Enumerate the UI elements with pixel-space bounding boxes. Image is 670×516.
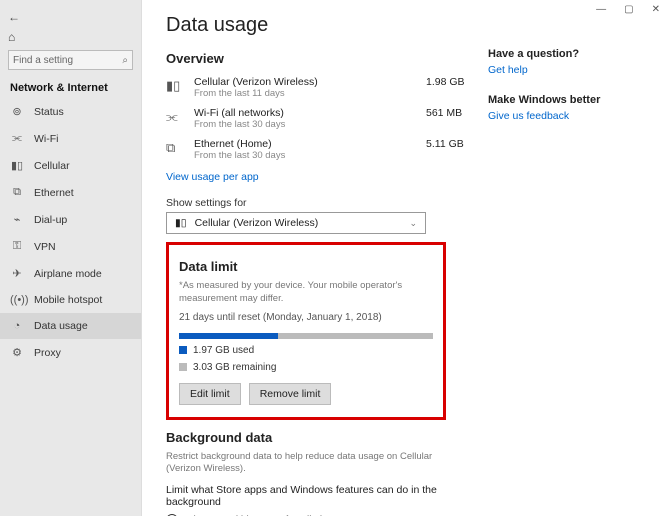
view-usage-link[interactable]: View usage per app — [166, 171, 476, 183]
overview-name: Ethernet (Home) — [194, 138, 416, 150]
sidebar-item-label: Wi-Fi — [34, 133, 59, 145]
vpn-icon: ⚿ — [10, 240, 24, 253]
sidebar-item-label: VPN — [34, 241, 56, 253]
sidebar-item-label: Data usage — [34, 320, 88, 332]
usage-bar-fill — [179, 333, 278, 339]
search-icon: ⌕ — [122, 55, 128, 66]
ethernet-icon: ⧉ — [10, 186, 24, 199]
overview-row-ethernet[interactable]: ⧉ Ethernet (Home) From the last 30 days … — [166, 134, 476, 165]
window-maximize[interactable]: ▢ — [624, 4, 633, 15]
sidebar-item-hotspot[interactable]: ((•)) Mobile hotspot — [0, 287, 141, 313]
show-settings-label: Show settings for — [166, 197, 476, 209]
datausage-icon: ◔ — [10, 320, 24, 332]
window-close[interactable]: ✕ — [652, 4, 660, 15]
sidebar-item-airplane[interactable]: ✈ Airplane mode — [0, 260, 141, 287]
sidebar: ← ⌂ Find a setting ⌕ Network & Internet … — [0, 0, 142, 516]
overview-row-wifi[interactable]: ⫘ Wi-Fi (all networks) From the last 30 … — [166, 103, 476, 134]
overview-sub: From the last 30 days — [194, 150, 416, 161]
overview-heading: Overview — [166, 51, 476, 66]
airplane-icon: ✈ — [10, 267, 24, 280]
background-data-desc: Restrict background data to help reduce … — [166, 451, 446, 477]
overview-sub: From the last 11 days — [194, 88, 416, 99]
sidebar-item-label: Proxy — [34, 347, 61, 359]
dropdown-value: Cellular (Verizon Wireless) — [195, 217, 319, 229]
sidebar-item-cellular[interactable]: ▮▯ Cellular — [0, 152, 141, 179]
overview-name: Wi-Fi (all networks) — [194, 107, 416, 119]
status-icon: ⊚ — [10, 105, 24, 118]
sidebar-item-ethernet[interactable]: ⧉ Ethernet — [0, 179, 141, 206]
legend-used: 1.97 GB used — [179, 345, 433, 356]
background-data-heading: Background data — [166, 430, 446, 445]
get-help-link[interactable]: Get help — [488, 64, 618, 76]
content-pane: Data usage Overview ▮▯ Cellular (Verizon… — [166, 14, 476, 516]
sidebar-item-vpn[interactable]: ⚿ VPN — [0, 233, 141, 260]
dialup-icon: ⌁ — [10, 213, 24, 226]
data-limit-section: Data limit *As measured by your device. … — [166, 242, 446, 420]
data-limit-reset: 21 days until reset (Monday, January 1, … — [179, 312, 433, 323]
sidebar-item-label: Status — [34, 106, 64, 118]
proxy-icon: ⚙ — [10, 346, 24, 359]
aside-pane: Have a question? Get help Make Windows b… — [488, 14, 618, 516]
usage-bar — [179, 333, 433, 339]
sidebar-item-wifi[interactable]: ⫘ Wi-Fi — [0, 125, 141, 152]
sidebar-item-datausage[interactable]: ◔ Data usage — [0, 313, 141, 339]
legend-remaining: 3.03 GB remaining — [179, 362, 433, 373]
sidebar-item-label: Dial-up — [34, 214, 67, 226]
give-feedback-link[interactable]: Give us feedback — [488, 110, 618, 122]
data-limit-heading: Data limit — [179, 259, 433, 274]
sidebar-item-label: Ethernet — [34, 187, 74, 199]
aside-feedback-heading: Make Windows better — [488, 94, 618, 106]
search-placeholder: Find a setting — [13, 55, 73, 66]
bg-limit-label: Limit what Store apps and Windows featur… — [166, 484, 446, 508]
remove-limit-button[interactable]: Remove limit — [249, 383, 332, 405]
wifi-icon: ⫘ — [10, 132, 24, 145]
settings-dropdown[interactable]: ▮▯ Cellular (Verizon Wireless) ⌄ — [166, 212, 426, 234]
overview-value: 5.11 GB — [426, 138, 476, 150]
legend-swatch-remaining — [179, 363, 187, 371]
search-input[interactable]: Find a setting ⌕ — [8, 50, 133, 70]
cellular-icon: ▮▯ — [175, 217, 187, 229]
sidebar-section-heading: Network & Internet — [0, 74, 141, 98]
sidebar-item-dialup[interactable]: ⌁ Dial-up — [0, 206, 141, 233]
overview-value: 561 MB — [426, 107, 476, 119]
overview-row-cellular[interactable]: ▮▯ Cellular (Verizon Wireless) From the … — [166, 72, 476, 103]
legend-used-text: 1.97 GB used — [193, 345, 254, 356]
overview-value: 1.98 GB — [426, 76, 476, 88]
wifi-icon: ⫘ — [166, 107, 184, 125]
window-minimize[interactable]: — — [596, 4, 606, 15]
sidebar-item-label: Airplane mode — [34, 268, 102, 280]
overview-sub: From the last 30 days — [194, 119, 416, 130]
sidebar-item-status[interactable]: ⊚ Status — [0, 98, 141, 125]
data-limit-hint: *As measured by your device. Your mobile… — [179, 280, 433, 306]
back-icon[interactable]: ← — [8, 10, 20, 24]
cellular-icon: ▮▯ — [10, 159, 24, 172]
sidebar-item-proxy[interactable]: ⚙ Proxy — [0, 339, 141, 366]
home-icon[interactable]: ⌂ — [8, 30, 15, 44]
sidebar-item-label: Mobile hotspot — [34, 294, 102, 306]
sidebar-item-label: Cellular — [34, 160, 70, 172]
hotspot-icon: ((•)) — [10, 294, 24, 306]
aside-question-heading: Have a question? — [488, 48, 618, 60]
ethernet-icon: ⧉ — [166, 138, 184, 156]
page-title: Data usage — [166, 14, 476, 37]
legend-swatch-used — [179, 346, 187, 354]
cellular-icon: ▮▯ — [166, 76, 184, 94]
edit-limit-button[interactable]: Edit limit — [179, 383, 241, 405]
legend-remaining-text: 3.03 GB remaining — [193, 362, 276, 373]
chevron-down-icon: ⌄ — [409, 218, 417, 229]
overview-name: Cellular (Verizon Wireless) — [194, 76, 416, 88]
